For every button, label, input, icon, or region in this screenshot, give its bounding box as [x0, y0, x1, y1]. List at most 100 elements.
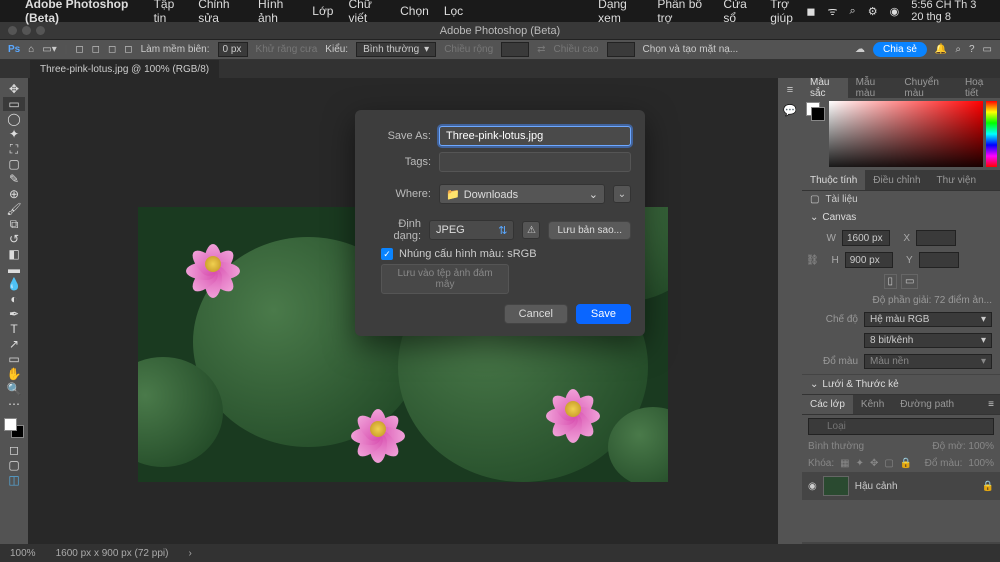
- marquee-icon[interactable]: ▭▾: [42, 44, 56, 55]
- workspace-icon[interactable]: ▭: [983, 44, 992, 55]
- battery-icon[interactable]: ◼: [806, 5, 815, 18]
- hue-slider[interactable]: [986, 101, 997, 167]
- gradient-tool[interactable]: ▬: [3, 262, 25, 276]
- tab-layers[interactable]: Các lớp: [802, 395, 853, 415]
- color-swatch[interactable]: [4, 418, 24, 438]
- menu-layer[interactable]: Lớp: [312, 4, 333, 18]
- tab-properties[interactable]: Thuộc tính: [802, 170, 865, 190]
- layer-thumbnail[interactable]: [823, 476, 849, 496]
- ps-logo-icon[interactable]: Ps: [8, 44, 20, 55]
- control-center-icon[interactable]: ⚙: [868, 5, 878, 18]
- where-select[interactable]: 📁Downloads⌄: [439, 184, 605, 204]
- tab-adjustments[interactable]: Điều chỉnh: [865, 170, 928, 190]
- lock-move-icon[interactable]: ✥: [870, 458, 878, 469]
- opacity-val[interactable]: 100%: [968, 441, 994, 452]
- frame-tool[interactable]: ▢: [3, 157, 25, 171]
- chevron-right-icon[interactable]: ⌄: [810, 379, 818, 390]
- heal-tool[interactable]: ⊕: [3, 187, 25, 201]
- layer-row[interactable]: ◉ Hậu cảnh 🔒: [802, 472, 1000, 500]
- brush-tool[interactable]: 🖌: [3, 202, 25, 216]
- lasso-tool[interactable]: ◯: [3, 112, 25, 126]
- feather-input[interactable]: [218, 42, 248, 57]
- fill-select[interactable]: Màu nền▾: [864, 354, 992, 369]
- cloud-icon[interactable]: ☁: [855, 44, 865, 55]
- sel-mode-new-icon[interactable]: ◻: [75, 44, 83, 55]
- mode-select[interactable]: Hệ màu RGB▾: [864, 312, 992, 327]
- screenmode-tool[interactable]: ▢: [3, 458, 25, 472]
- home-icon[interactable]: ⌂: [28, 44, 34, 55]
- tags-input[interactable]: [439, 152, 631, 172]
- embed-profile-checkbox[interactable]: ✓: [381, 248, 393, 260]
- app-name[interactable]: Adobe Photoshop (Beta): [25, 0, 139, 25]
- path-tool[interactable]: ↗: [3, 337, 25, 351]
- menu-view[interactable]: Dạng xem: [598, 0, 642, 25]
- help-icon[interactable]: ?: [969, 44, 975, 55]
- menu-select[interactable]: Chọn: [400, 4, 429, 18]
- tab-color[interactable]: Màu sắc: [802, 78, 848, 98]
- landscape-icon[interactable]: ▭: [901, 274, 918, 289]
- shape-tool[interactable]: ▭: [3, 352, 25, 366]
- traffic-close[interactable]: [8, 26, 17, 35]
- hand-tool[interactable]: ✋: [3, 367, 25, 381]
- portrait-icon[interactable]: ▯: [884, 274, 898, 289]
- wand-tool[interactable]: ✦: [3, 127, 25, 141]
- history-brush-tool[interactable]: ↺: [3, 232, 25, 246]
- share-button[interactable]: Chia sẻ: [873, 42, 927, 57]
- width-input[interactable]: [842, 230, 890, 246]
- fill-op-val[interactable]: 100%: [968, 458, 994, 469]
- depth-select[interactable]: 8 bit/kênh▾: [864, 333, 992, 348]
- layer-name[interactable]: Hậu cảnh: [855, 481, 898, 492]
- traffic-min[interactable]: [22, 26, 31, 35]
- siri-icon[interactable]: ◉: [890, 5, 900, 18]
- height-input[interactable]: [845, 252, 893, 268]
- blur-tool[interactable]: 💧: [3, 277, 25, 291]
- more-tool[interactable]: ⋯: [3, 397, 25, 411]
- stamp-tool[interactable]: ⧉: [3, 217, 25, 231]
- menu-filter[interactable]: Lọc: [444, 4, 463, 18]
- eraser-tool[interactable]: ◧: [3, 247, 25, 261]
- link-icon[interactable]: ⛓: [806, 255, 819, 266]
- tab-gradients[interactable]: Chuyển màu: [896, 78, 957, 98]
- save-cloud-button[interactable]: Lưu vào tệp ảnh đám mây: [381, 264, 509, 294]
- menu-window[interactable]: Cửa sổ: [723, 0, 755, 25]
- swap-icon[interactable]: ⇄: [537, 44, 545, 55]
- menu-plugins[interactable]: Phần bổ trợ: [657, 0, 708, 25]
- tab-patterns[interactable]: Hoạ tiết: [957, 78, 1000, 98]
- dodge-tool[interactable]: ◐: [3, 292, 25, 306]
- lock-all-icon[interactable]: 🔒: [900, 458, 912, 469]
- color-swatch-mini[interactable]: [806, 102, 822, 118]
- mask-button[interactable]: Chọn và tạo mặt nạ...: [643, 44, 739, 55]
- warning-icon[interactable]: ⚠: [522, 221, 540, 239]
- filename-input[interactable]: [439, 126, 631, 146]
- style-select[interactable]: Bình thường ▾: [356, 42, 436, 57]
- blend-select[interactable]: Bình thường: [808, 441, 864, 452]
- save-copy-button[interactable]: Lưu bản sao...: [548, 221, 631, 240]
- antialias-label[interactable]: Khử răng cưa: [256, 44, 318, 55]
- type-tool[interactable]: T: [3, 322, 25, 336]
- tab-swatches[interactable]: Mẫu màu: [848, 78, 897, 98]
- format-select[interactable]: JPEG⇅: [429, 220, 514, 240]
- traffic-max[interactable]: [36, 26, 45, 35]
- lock-pixels-icon[interactable]: ▦: [840, 458, 849, 469]
- menu-help[interactable]: Trợ giúp: [770, 0, 806, 25]
- sel-mode-int-icon[interactable]: ◻: [124, 44, 132, 55]
- history-icon[interactable]: ≡: [787, 84, 793, 96]
- clock[interactable]: 5:56 CH Th 3 20 thg 8: [911, 0, 990, 23]
- document-tab[interactable]: Three-pink-lotus.jpg @ 100% (RGB/8): [30, 60, 219, 78]
- pen-tool[interactable]: ✒: [3, 307, 25, 321]
- marquee-tool[interactable]: ▭: [3, 97, 25, 111]
- cancel-button[interactable]: Cancel: [504, 304, 568, 324]
- panel-menu-icon[interactable]: ≡: [982, 399, 1000, 410]
- wifi-icon[interactable]: ᯤ: [828, 4, 838, 19]
- save-button[interactable]: Save: [576, 304, 631, 324]
- search-icon[interactable]: ⌕: [850, 5, 856, 18]
- quickmask-tool[interactable]: ◻: [3, 443, 25, 457]
- menu-edit[interactable]: Chỉnh sửa: [198, 0, 243, 25]
- menu-type[interactable]: Chữ viết: [348, 0, 385, 25]
- sel-mode-sub-icon[interactable]: ◻: [108, 44, 116, 55]
- menu-file[interactable]: Tập tin: [154, 0, 184, 25]
- tab-libraries[interactable]: Thư viện: [929, 170, 985, 190]
- extra-tool[interactable]: ◫: [3, 473, 25, 487]
- eyedropper-tool[interactable]: ✎: [3, 172, 25, 186]
- status-chevron-icon[interactable]: ›: [188, 548, 191, 559]
